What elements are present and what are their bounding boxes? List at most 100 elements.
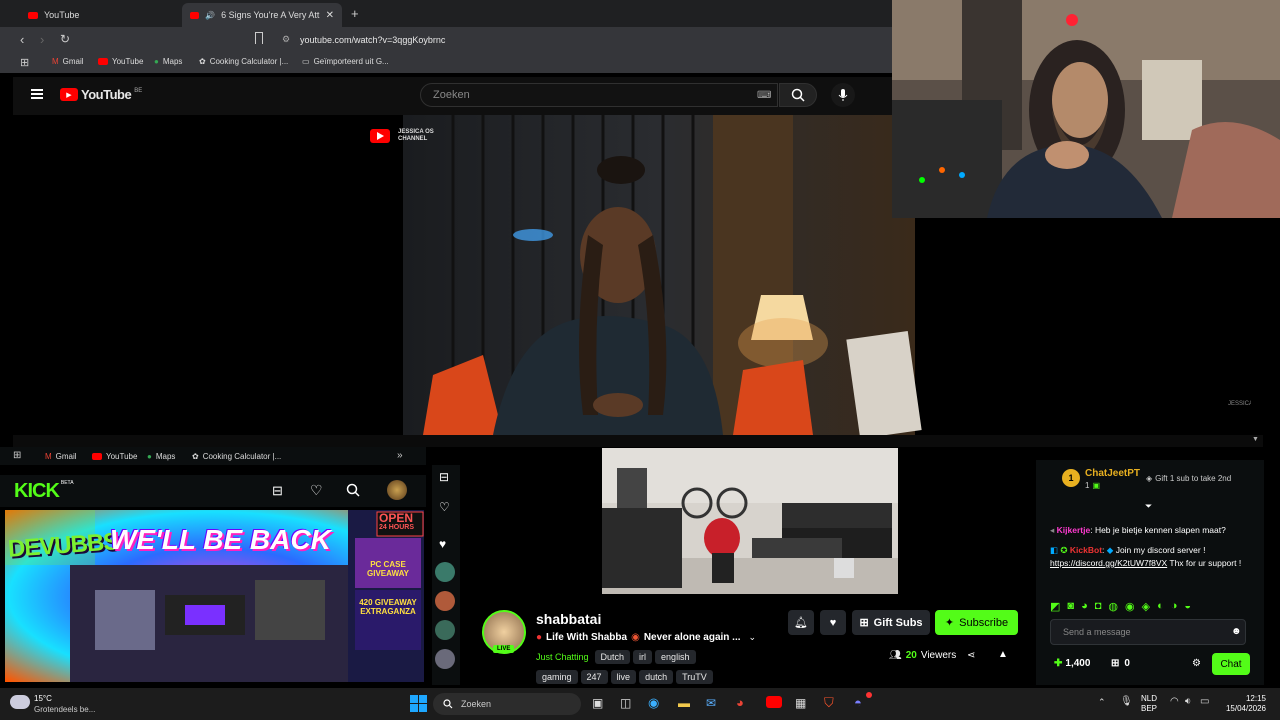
- following-heart-icon[interactable]: ♡: [310, 482, 323, 499]
- category-link[interactable]: Just Chatting: [536, 652, 589, 662]
- chat-username[interactable]: KickBot: [1070, 545, 1102, 555]
- battery-icon[interactable]: ▭: [1200, 696, 1209, 707]
- microphone-tray-icon[interactable]: 🎙︎: [1120, 696, 1133, 707]
- notification-bell-button[interactable]: 🔔︎: [788, 610, 814, 635]
- menu-icon[interactable]: [31, 89, 43, 99]
- following-heart-icon[interactable]: ♡: [439, 500, 450, 514]
- emote-icon[interactable]: ◐: [1157, 600, 1164, 613]
- bookmark-gmail[interactable]: M Gmail: [45, 452, 77, 461]
- emote-icon[interactable]: ◙: [1067, 600, 1074, 613]
- channel-name[interactable]: shabbatai: [536, 611, 601, 627]
- gift-counter[interactable]: ⊞ 0: [1111, 658, 1130, 669]
- chrome-icon[interactable]: ◕: [736, 695, 744, 710]
- followed-channel-avatar[interactable]: [435, 649, 455, 669]
- emote-icon[interactable]: ◘: [1095, 600, 1102, 613]
- edge-icon[interactable]: ◉: [648, 695, 659, 711]
- weather-temp[interactable]: 15°C: [34, 694, 52, 703]
- tag-pill[interactable]: TruTV: [676, 670, 713, 684]
- more-bookmarks-icon[interactable]: »: [397, 450, 403, 461]
- gift-subs-button[interactable]: ⊞ Gift Subs: [852, 610, 930, 635]
- apps-grid-icon[interactable]: ⊞: [13, 450, 21, 461]
- followed-channel-avatar[interactable]: [435, 620, 455, 640]
- emoji-picker-icon[interactable]: ☻: [1231, 626, 1242, 637]
- start-windows-icon[interactable]: [410, 695, 427, 712]
- share-icon[interactable]: ⋖: [967, 650, 975, 661]
- reload-icon[interactable]: ↻: [60, 32, 70, 46]
- browse-icon[interactable]: ⊟: [439, 470, 449, 484]
- chevron-down-icon[interactable]: ⌄: [749, 632, 757, 643]
- bookmark-gmail[interactable]: M Gmail: [52, 57, 84, 66]
- file-explorer-icon[interactable]: ▬: [678, 696, 690, 710]
- chat-link[interactable]: https://discord.gg/K2tUW7f8VX: [1050, 558, 1167, 568]
- bookmark-imported-folder[interactable]: ▭ Geïmporteerd uit G...: [302, 57, 389, 66]
- chat-username[interactable]: Kijkertje: [1057, 525, 1091, 535]
- new-tab-button[interactable]: +: [351, 6, 359, 21]
- bookmark-maps[interactable]: ● Maps: [147, 452, 175, 461]
- follow-button[interactable]: ♥: [820, 610, 846, 635]
- bookmark-cooking[interactable]: ✿ Cooking Calculator |...: [199, 57, 288, 66]
- emote-icon[interactable]: ◒: [1184, 600, 1191, 613]
- emote-icon[interactable]: ◉: [1125, 600, 1135, 613]
- calculator-icon[interactable]: ▦: [795, 696, 806, 710]
- channel-points[interactable]: ✚ 1,400: [1054, 658, 1090, 669]
- search-input[interactable]: Zoeken: [420, 83, 778, 107]
- store-icon[interactable]: ◫: [620, 696, 631, 710]
- emote-icon[interactable]: ◈: [1142, 600, 1150, 613]
- report-icon[interactable]: ▲: [998, 649, 1008, 660]
- kick-logo[interactable]: KICK BETA: [14, 480, 74, 503]
- site-info-icon[interactable]: ⚙: [282, 34, 290, 45]
- forward-icon[interactable]: ›: [40, 32, 44, 47]
- mail-icon[interactable]: ✉: [706, 696, 716, 710]
- emote-icon[interactable]: ◍: [1108, 600, 1118, 613]
- tag-pill[interactable]: live: [610, 670, 637, 684]
- scroll-down-icon[interactable]: ▼: [1252, 436, 1259, 443]
- youtube-app-icon[interactable]: [766, 696, 782, 708]
- search-icon[interactable]: [346, 483, 360, 497]
- back-icon[interactable]: ‹: [20, 32, 24, 47]
- tag-pill[interactable]: gaming: [536, 670, 578, 684]
- voice-search-button[interactable]: [831, 83, 855, 107]
- send-chat-button[interactable]: Chat: [1212, 653, 1250, 675]
- tab-video[interactable]: 🔊 6 Signs You're A Very Attracti ✕: [182, 3, 342, 27]
- clock[interactable]: 12:15 15/04/2026: [1214, 694, 1266, 714]
- emote-icon[interactable]: ◑: [1171, 600, 1178, 613]
- tray-expand-icon[interactable]: ⌃: [1098, 697, 1106, 708]
- collapse-icon[interactable]: ⏷: [1145, 501, 1152, 512]
- language-indicator[interactable]: NLD BEP: [1141, 694, 1157, 714]
- offline-stream-banner[interactable]: DEVUBBS WE'LL BE BACK OPEN 24 HOURS PC C…: [5, 510, 424, 682]
- followed-channel-avatar[interactable]: [435, 562, 455, 582]
- keyboard-icon[interactable]: ⌨: [757, 90, 771, 101]
- tag-pill[interactable]: 247: [580, 670, 608, 684]
- bookmark-cooking[interactable]: ✿ Cooking Calculator |...: [192, 452, 281, 461]
- avatar[interactable]: [387, 480, 407, 500]
- url-field[interactable]: youtube.com/watch?v=3qggKoybrnc: [300, 35, 445, 45]
- heart-filled-icon[interactable]: ♥: [439, 537, 446, 551]
- live-stream-player[interactable]: [602, 448, 898, 594]
- top-gifter-name[interactable]: ChatJeetPT: [1085, 468, 1140, 479]
- task-view-icon[interactable]: ▣: [592, 696, 603, 710]
- tag-pill[interactable]: dutch: [639, 670, 674, 684]
- apps-grid-icon[interactable]: ⊞: [20, 56, 29, 69]
- subscribe-button[interactable]: ✦ Subscribe: [935, 610, 1018, 635]
- tag-pill[interactable]: english: [655, 650, 696, 664]
- browse-icon[interactable]: ⊟: [272, 483, 283, 499]
- brave-icon[interactable]: ⛉: [824, 695, 834, 711]
- volume-icon[interactable]: 🔉︎: [1185, 696, 1191, 707]
- emote-icon[interactable]: ◕: [1081, 600, 1088, 613]
- tag-pill[interactable]: irl: [633, 650, 653, 664]
- tab-youtube[interactable]: YouTube: [20, 3, 180, 27]
- bookmark-icon[interactable]: [255, 32, 263, 44]
- emote-icon[interactable]: ◩: [1050, 600, 1060, 613]
- search-button[interactable]: [779, 83, 817, 107]
- gift-prompt[interactable]: ◈ Gift 1 sub to take 2nd: [1146, 474, 1231, 483]
- weather-description[interactable]: Grotendeels be...: [34, 705, 95, 714]
- close-tab-icon[interactable]: ✕: [326, 10, 334, 21]
- chat-input[interactable]: Send a message ☻: [1050, 619, 1246, 645]
- discord-icon[interactable]: ◓: [854, 695, 862, 710]
- youtube-logo[interactable]: ▶ YouTube BE: [60, 87, 142, 102]
- taskbar-search[interactable]: Zoeken: [433, 693, 581, 715]
- bookmark-maps[interactable]: ● Maps: [154, 57, 182, 66]
- chat-settings-gear-icon[interactable]: ⚙: [1192, 658, 1201, 669]
- followed-channel-avatar[interactable]: [435, 591, 455, 611]
- wifi-icon[interactable]: ◠: [1170, 696, 1179, 707]
